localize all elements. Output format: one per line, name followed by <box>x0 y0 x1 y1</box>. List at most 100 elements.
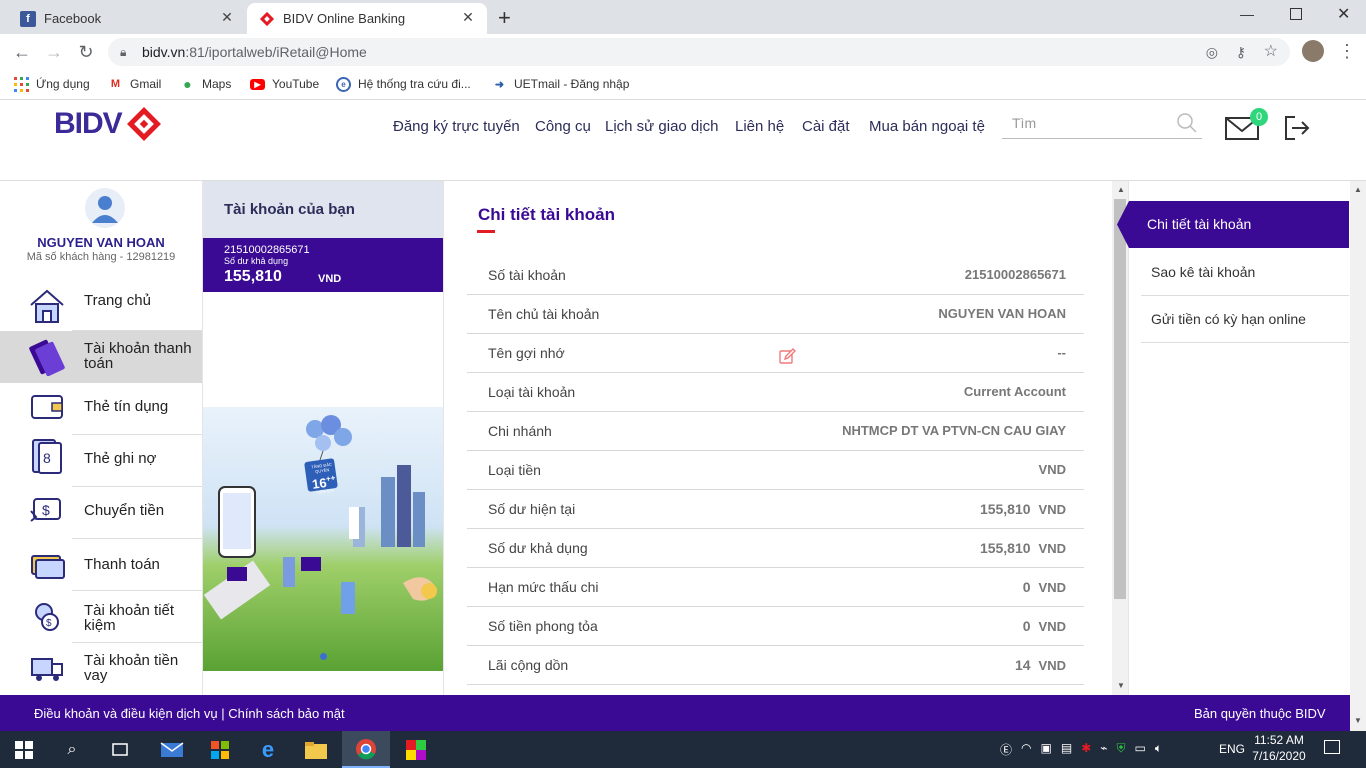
sidebar-item-tiet-kiem[interactable]: $ Tài khoản tiết kiệm <box>0 591 202 643</box>
submenu-label: Sao kê tài khoản <box>1151 264 1256 280</box>
task-view-icon[interactable] <box>96 731 144 768</box>
sidebar-item-thanh-toan[interactable]: Thanh toán <box>0 539 202 591</box>
sidebar-item-label: Chuyển tiền <box>84 502 165 519</box>
mail-app-icon[interactable] <box>148 731 196 768</box>
restore-icon[interactable] <box>1290 8 1302 20</box>
tray-wifi-icon[interactable]: ◠ <box>1021 741 1031 759</box>
forward-icon[interactable]: → <box>41 40 67 64</box>
submenu-item-sao-ke[interactable]: Sao kê tài khoản <box>1141 249 1349 296</box>
account-detail-panel: Chi tiết tài khoản Số tài khoản 215100028… <box>444 181 1112 695</box>
detail-value-text: 0 <box>1022 618 1031 634</box>
bookmark-tra-cuu[interactable]: e Hệ thống tra cứu đi... <box>336 76 471 92</box>
app-icon[interactable] <box>392 731 440 768</box>
tray-monitor-icon[interactable]: ▭ <box>1135 741 1146 759</box>
address-bar[interactable]: 🔒︎ bidv.vn:81/iportalweb/iRetail@Home ◎ … <box>108 38 1290 66</box>
detail-row-label: Chi nhánh <box>488 423 552 439</box>
bookmark-youtube[interactable]: ▶ YouTube <box>250 76 319 92</box>
carousel-dot[interactable] <box>320 653 327 660</box>
sidebar-item-trang-chu[interactable]: Trang chủ <box>0 279 202 331</box>
close-window-icon[interactable]: ✕ <box>1337 4 1350 24</box>
sidebar-item-tien-vay[interactable]: Tài khoản tiền vay <box>0 643 202 695</box>
submenu-item-chi-tiet[interactable]: Chi tiết tài khoản <box>1117 201 1349 248</box>
windows-start-icon[interactable] <box>0 731 48 768</box>
detail-value-unit: VND <box>1038 580 1066 595</box>
sidebar-item-tai-khoan-thanh-toan[interactable]: Tài khoản thanh toán <box>0 331 202 383</box>
sidebar-item-the-tin-dung[interactable]: Thẻ tín dụng <box>0 381 202 433</box>
store-icon[interactable] <box>196 731 244 768</box>
notifications-icon[interactable] <box>1324 740 1340 754</box>
tab-facebook[interactable]: f Facebook ✕ <box>8 3 246 34</box>
menu-dots-icon[interactable]: ⋮ <box>1338 40 1356 62</box>
edit-nickname-icon[interactable] <box>778 348 796 366</box>
search-input[interactable]: Tìm <box>1002 111 1202 139</box>
scroll-down-icon[interactable]: ▼ <box>1354 716 1362 725</box>
detail-row-value: Current Account <box>964 384 1066 399</box>
file-explorer-icon[interactable] <box>292 731 340 768</box>
star-icon[interactable]: ☆ <box>1264 38 1278 66</box>
detail-value-unit: VND <box>1038 658 1066 673</box>
nav-dang-ky[interactable]: Đăng ký trực tuyến <box>393 118 520 135</box>
terms-link[interactable]: Điều khoản và điều kiện dịch vụ <box>34 706 218 721</box>
tray-volume-icon[interactable]: 🔈︎ <box>1155 741 1162 759</box>
page-scrollbar[interactable]: ▲ ▼ <box>1350 181 1366 731</box>
promo-banner[interactable]: TĂNG ĐẶC QUYỀN 16++ TIỆN ÍCH <box>203 407 443 671</box>
new-tab-icon[interactable]: + <box>498 5 511 31</box>
submenu-item-gui-tien[interactable]: Gửi tiền có kỳ hạn online <box>1141 296 1349 343</box>
bookmark-apps[interactable]: Ứng dụng <box>14 76 90 92</box>
account-card[interactable]: 21510002865671 Số dư khả dụng 155,810 VN… <box>203 238 443 292</box>
nav-lien-he[interactable]: Liên hệ <box>735 118 784 135</box>
nav-cai-dat[interactable]: Cài đặt <box>802 118 850 135</box>
close-tab-icon[interactable]: ✕ <box>459 9 477 26</box>
key-icon[interactable]: ⚷ <box>1236 38 1246 66</box>
bookmark-gmail[interactable]: M Gmail <box>108 76 161 92</box>
scrollbar-thumb[interactable] <box>1114 199 1126 599</box>
close-tab-icon[interactable]: ✕ <box>218 9 236 26</box>
nav-cong-cu[interactable]: Công cụ <box>535 118 591 135</box>
loan-truck-icon <box>31 658 63 681</box>
tray-shield-icon[interactable]: ⛨ <box>1116 741 1125 759</box>
clock[interactable]: 11:52 AM 7/16/2020 <box>1252 733 1306 763</box>
tray-app2-icon[interactable]: ▤ <box>1061 741 1072 759</box>
sidebar-item-the-ghi-no[interactable]: 8 Thẻ ghi nợ <box>0 435 202 487</box>
back-icon[interactable]: ← <box>9 40 35 64</box>
profile-avatar[interactable] <box>1302 40 1324 62</box>
reload-icon[interactable]: ↻ <box>73 40 99 64</box>
windows-taskbar: ⌕ e Ⓔ ◠ ▣ ▤ ✱ ⌁ ⛨ ▭ 🔈︎ ENG 11:52 AM 7/16… <box>0 731 1366 768</box>
logout-icon[interactable] <box>1283 114 1311 142</box>
debit-card-icon: 8 <box>32 439 62 474</box>
tab-bidv[interactable]: BIDV Online Banking ✕ <box>247 3 487 34</box>
chrome-icon[interactable] <box>342 731 390 768</box>
scroll-down-icon[interactable]: ▼ <box>1117 681 1125 690</box>
bookmark-maps[interactable]: ● Maps <box>180 76 231 92</box>
footer-links: Điều khoản và điều kiện dịch vụ | Chính … <box>34 706 345 721</box>
detail-row-label: Hạn mức thấu chi <box>488 579 599 595</box>
tray-network-icon[interactable]: ⌁ <box>1100 741 1107 759</box>
language-indicator[interactable]: ENG <box>1219 742 1245 756</box>
detail-row: Hạn mức thấu chi 0 VND <box>467 568 1084 607</box>
tray-app-icon[interactable]: ▣ <box>1041 741 1052 759</box>
scroll-up-icon[interactable]: ▲ <box>1117 185 1125 194</box>
search-icon[interactable] <box>1176 112 1198 134</box>
detail-value-text: VND <box>1038 462 1066 477</box>
privacy-link[interactable]: Chính sách bảo mật <box>228 706 344 721</box>
detail-row: Loại tiền VND <box>467 451 1084 490</box>
search-icon[interactable]: ⌕ <box>48 731 96 768</box>
edge-icon[interactable]: e <box>244 731 292 768</box>
bidv-logo[interactable]: BIDV <box>54 107 123 141</box>
detail-scrollbar[interactable]: ▲ ▼ <box>1112 181 1128 695</box>
bookmark-uetmail[interactable]: ➜ UETmail - Đăng nhập <box>492 76 630 92</box>
sidebar-item-chuyen-tien[interactable]: $ Chuyển tiền <box>0 487 202 539</box>
location-icon[interactable]: ◎ <box>1206 38 1218 66</box>
scroll-up-icon[interactable]: ▲ <box>1354 185 1362 194</box>
nav-lich-su[interactable]: Lịch sử giao dịch <box>605 118 718 135</box>
minimize-icon[interactable]: — <box>1240 6 1254 22</box>
tray-red-icon[interactable]: ✱ <box>1081 741 1091 759</box>
right-submenu: Chi tiết tài khoản Sao kê tài khoản Gửi … <box>1117 181 1350 695</box>
tray-e-icon[interactable]: Ⓔ <box>1000 741 1012 759</box>
bidv-logo-mark-icon <box>127 107 161 141</box>
detail-row-value: 155,810 VND <box>980 540 1066 556</box>
promo-badge-suffix: ++ <box>325 473 336 484</box>
nav-mua-ban-ngoai-te[interactable]: Mua bán ngoại tệ <box>869 118 985 135</box>
detail-row: Số tiền phong tỏa 0 VND <box>467 607 1084 646</box>
detail-row-value: NGUYEN VAN HOAN <box>938 306 1066 321</box>
